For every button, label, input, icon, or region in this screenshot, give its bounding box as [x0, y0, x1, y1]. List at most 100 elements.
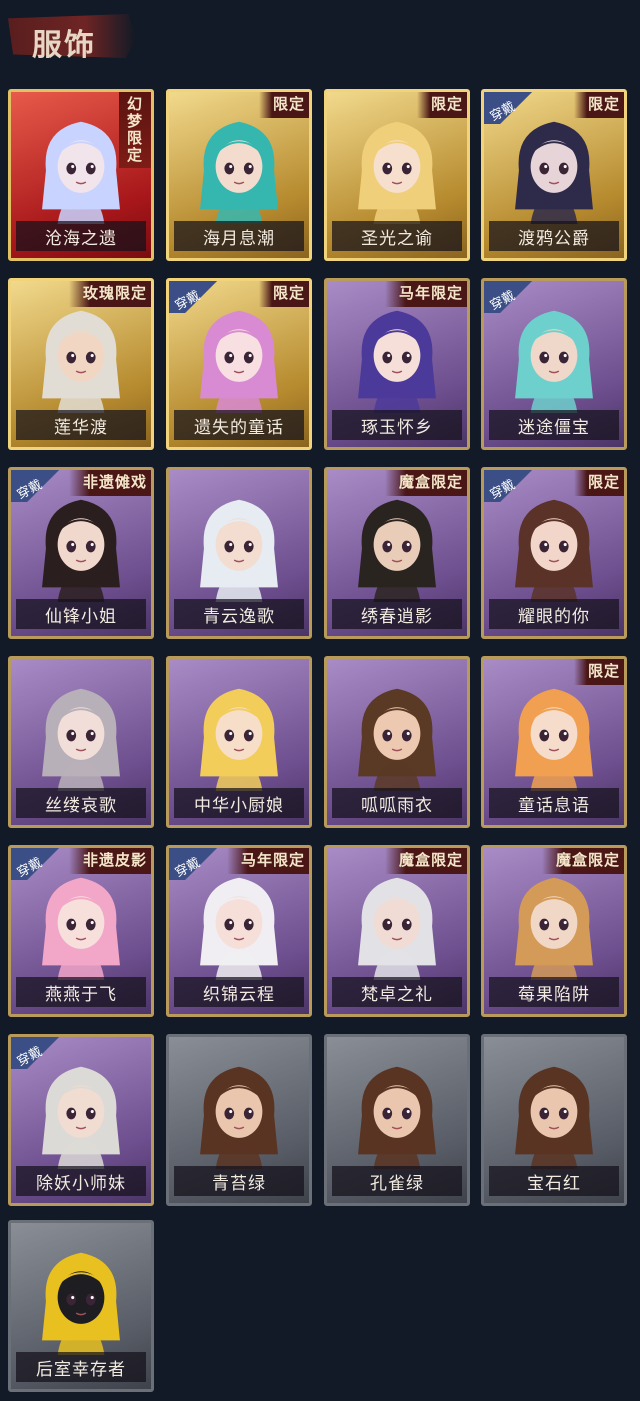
outfit-name: 梵卓之礼 — [361, 984, 433, 1005]
outfit-card[interactable]: 中华小厨娘 — [166, 656, 312, 828]
outfit-name-bar: 宝石红 — [489, 1166, 619, 1196]
outfit-card[interactable]: 穿戴 限定 耀眼的你 — [481, 467, 627, 639]
outfit-name: 莲华渡 — [54, 417, 108, 438]
wearing-badge: 穿戴 — [484, 281, 542, 314]
outfit-card[interactable]: 限定海月息潮 — [166, 89, 312, 261]
wearing-badge-label: 穿戴 — [14, 855, 45, 881]
limited-tag: 限定 — [573, 92, 624, 118]
character-portrait — [190, 490, 288, 602]
character-portrait — [505, 112, 603, 224]
limited-tag: 限定 — [416, 92, 467, 118]
outfit-card[interactable]: 魔盒限定梵卓之礼 — [324, 845, 470, 1017]
outfit-name: 海月息潮 — [203, 228, 275, 249]
outfit-card[interactable]: 穿戴 迷途僵宝 — [481, 278, 627, 450]
outfit-name-bar: 呱呱雨衣 — [332, 788, 462, 818]
outfit-name-bar: 青苔绿 — [174, 1166, 304, 1196]
wearing-badge: 穿戴 — [484, 92, 542, 125]
character-portrait — [505, 1057, 603, 1169]
outfit-card[interactable]: 穿戴 非遗傩戏 仙锋小姐 — [8, 467, 154, 639]
outfit-name-bar: 渡鸦公爵 — [489, 221, 619, 251]
limited-tag: 非遗傩戏 — [68, 470, 151, 496]
outfit-name: 织锦云程 — [203, 984, 275, 1005]
character-portrait — [348, 301, 446, 413]
character-portrait — [32, 301, 130, 413]
character-portrait — [190, 301, 288, 413]
wearing-badge: 穿戴 — [11, 470, 69, 503]
outfit-card[interactable]: 穿戴 马年限定 织锦云程 — [166, 845, 312, 1017]
outfit-name: 童话息语 — [518, 795, 590, 816]
outfit-name: 莓果陷阱 — [518, 984, 590, 1005]
outfit-name-bar: 沧海之遗 — [16, 221, 146, 251]
outfit-card[interactable]: 宝石红 — [481, 1034, 627, 1206]
outfit-name: 宝石红 — [527, 1173, 581, 1194]
outfit-name-bar: 中华小厨娘 — [174, 788, 304, 818]
character-portrait — [505, 679, 603, 791]
limited-tag: 魔盒限定 — [384, 848, 467, 874]
outfit-card[interactable]: 青云逸歌 — [166, 467, 312, 639]
wearing-badge: 穿戴 — [484, 470, 542, 503]
outfit-name-bar: 琢玉怀乡 — [332, 410, 462, 440]
outfit-name: 渡鸦公爵 — [518, 228, 590, 249]
page-title: 服饰 — [32, 28, 96, 63]
character-portrait — [505, 490, 603, 602]
outfit-name: 丝缕哀歌 — [45, 795, 117, 816]
character-portrait — [32, 1057, 130, 1169]
wearing-badge-label: 穿戴 — [487, 288, 518, 314]
outfit-card[interactable]: 后室幸存者 — [8, 1220, 154, 1392]
outfit-name-bar: 孔雀绿 — [332, 1166, 462, 1196]
outfit-card[interactable]: 穿戴 除妖小师妹 — [8, 1034, 154, 1206]
outfit-name-bar: 青云逸歌 — [174, 599, 304, 629]
outfit-name: 沧海之遗 — [45, 228, 117, 249]
character-portrait — [348, 679, 446, 791]
character-portrait — [348, 1057, 446, 1169]
outfit-name: 青苔绿 — [212, 1173, 266, 1194]
outfit-name: 燕燕于飞 — [45, 984, 117, 1005]
character-portrait — [190, 112, 288, 224]
outfit-name-bar: 圣光之谕 — [332, 221, 462, 251]
outfit-card[interactable]: 限定童话息语 — [481, 656, 627, 828]
outfit-name: 遗失的童话 — [194, 417, 284, 438]
outfit-name-bar: 耀眼的你 — [489, 599, 619, 629]
limited-tag: 幻梦限定 — [119, 92, 151, 168]
outfit-name: 琢玉怀乡 — [361, 417, 433, 438]
wearing-badge-label: 穿戴 — [172, 288, 203, 314]
limited-tag: 魔盒限定 — [541, 848, 624, 874]
outfit-name-bar: 燕燕于飞 — [16, 977, 146, 1007]
outfit-card[interactable]: 幻梦限定沧海之遗 — [8, 89, 154, 261]
outfit-name: 青云逸歌 — [203, 606, 275, 627]
outfit-name: 除妖小师妹 — [36, 1173, 126, 1194]
outfit-name-bar: 梵卓之礼 — [332, 977, 462, 1007]
limited-tag: 限定 — [258, 281, 309, 307]
outfit-name-bar: 遗失的童话 — [174, 410, 304, 440]
outfit-card[interactable]: 玫瑰限定莲华渡 — [8, 278, 154, 450]
outfit-card[interactable]: 穿戴 非遗皮影 燕燕于飞 — [8, 845, 154, 1017]
outfit-name-bar: 除妖小师妹 — [16, 1166, 146, 1196]
outfit-card[interactable]: 呱呱雨衣 — [324, 656, 470, 828]
outfit-name: 呱呱雨衣 — [361, 795, 433, 816]
character-portrait — [32, 868, 130, 980]
outfit-name-bar: 丝缕哀歌 — [16, 788, 146, 818]
character-portrait — [32, 1243, 130, 1355]
outfit-card[interactable]: 丝缕哀歌 — [8, 656, 154, 828]
outfit-card[interactable]: 穿戴 限定遗失的童话 — [166, 278, 312, 450]
outfit-name: 耀眼的你 — [518, 606, 590, 627]
outfit-card[interactable]: 穿戴 限定渡鸦公爵 — [481, 89, 627, 261]
outfit-name-bar: 织锦云程 — [174, 977, 304, 1007]
wearing-badge-label: 穿戴 — [487, 99, 518, 125]
outfit-card[interactable]: 魔盒限定莓果陷阱 — [481, 845, 627, 1017]
limited-tag: 限定 — [258, 92, 309, 118]
outfit-card[interactable]: 魔盒限定 绣春逍影 — [324, 467, 470, 639]
outfit-name-bar: 后室幸存者 — [16, 1352, 146, 1382]
character-portrait — [505, 868, 603, 980]
outfit-card[interactable]: 限定圣光之谕 — [324, 89, 470, 261]
outfit-name-bar: 绣春逍影 — [332, 599, 462, 629]
wearing-badge-label: 穿戴 — [14, 477, 45, 503]
outfit-name: 中华小厨娘 — [194, 795, 284, 816]
limited-tag: 限定 — [573, 659, 624, 685]
outfit-card[interactable]: 青苔绿 — [166, 1034, 312, 1206]
outfit-name-bar: 莓果陷阱 — [489, 977, 619, 1007]
outfit-card[interactable]: 孔雀绿 — [324, 1034, 470, 1206]
outfit-card[interactable]: 马年限定 琢玉怀乡 — [324, 278, 470, 450]
character-portrait — [32, 679, 130, 791]
limited-tag: 玫瑰限定 — [68, 281, 151, 307]
